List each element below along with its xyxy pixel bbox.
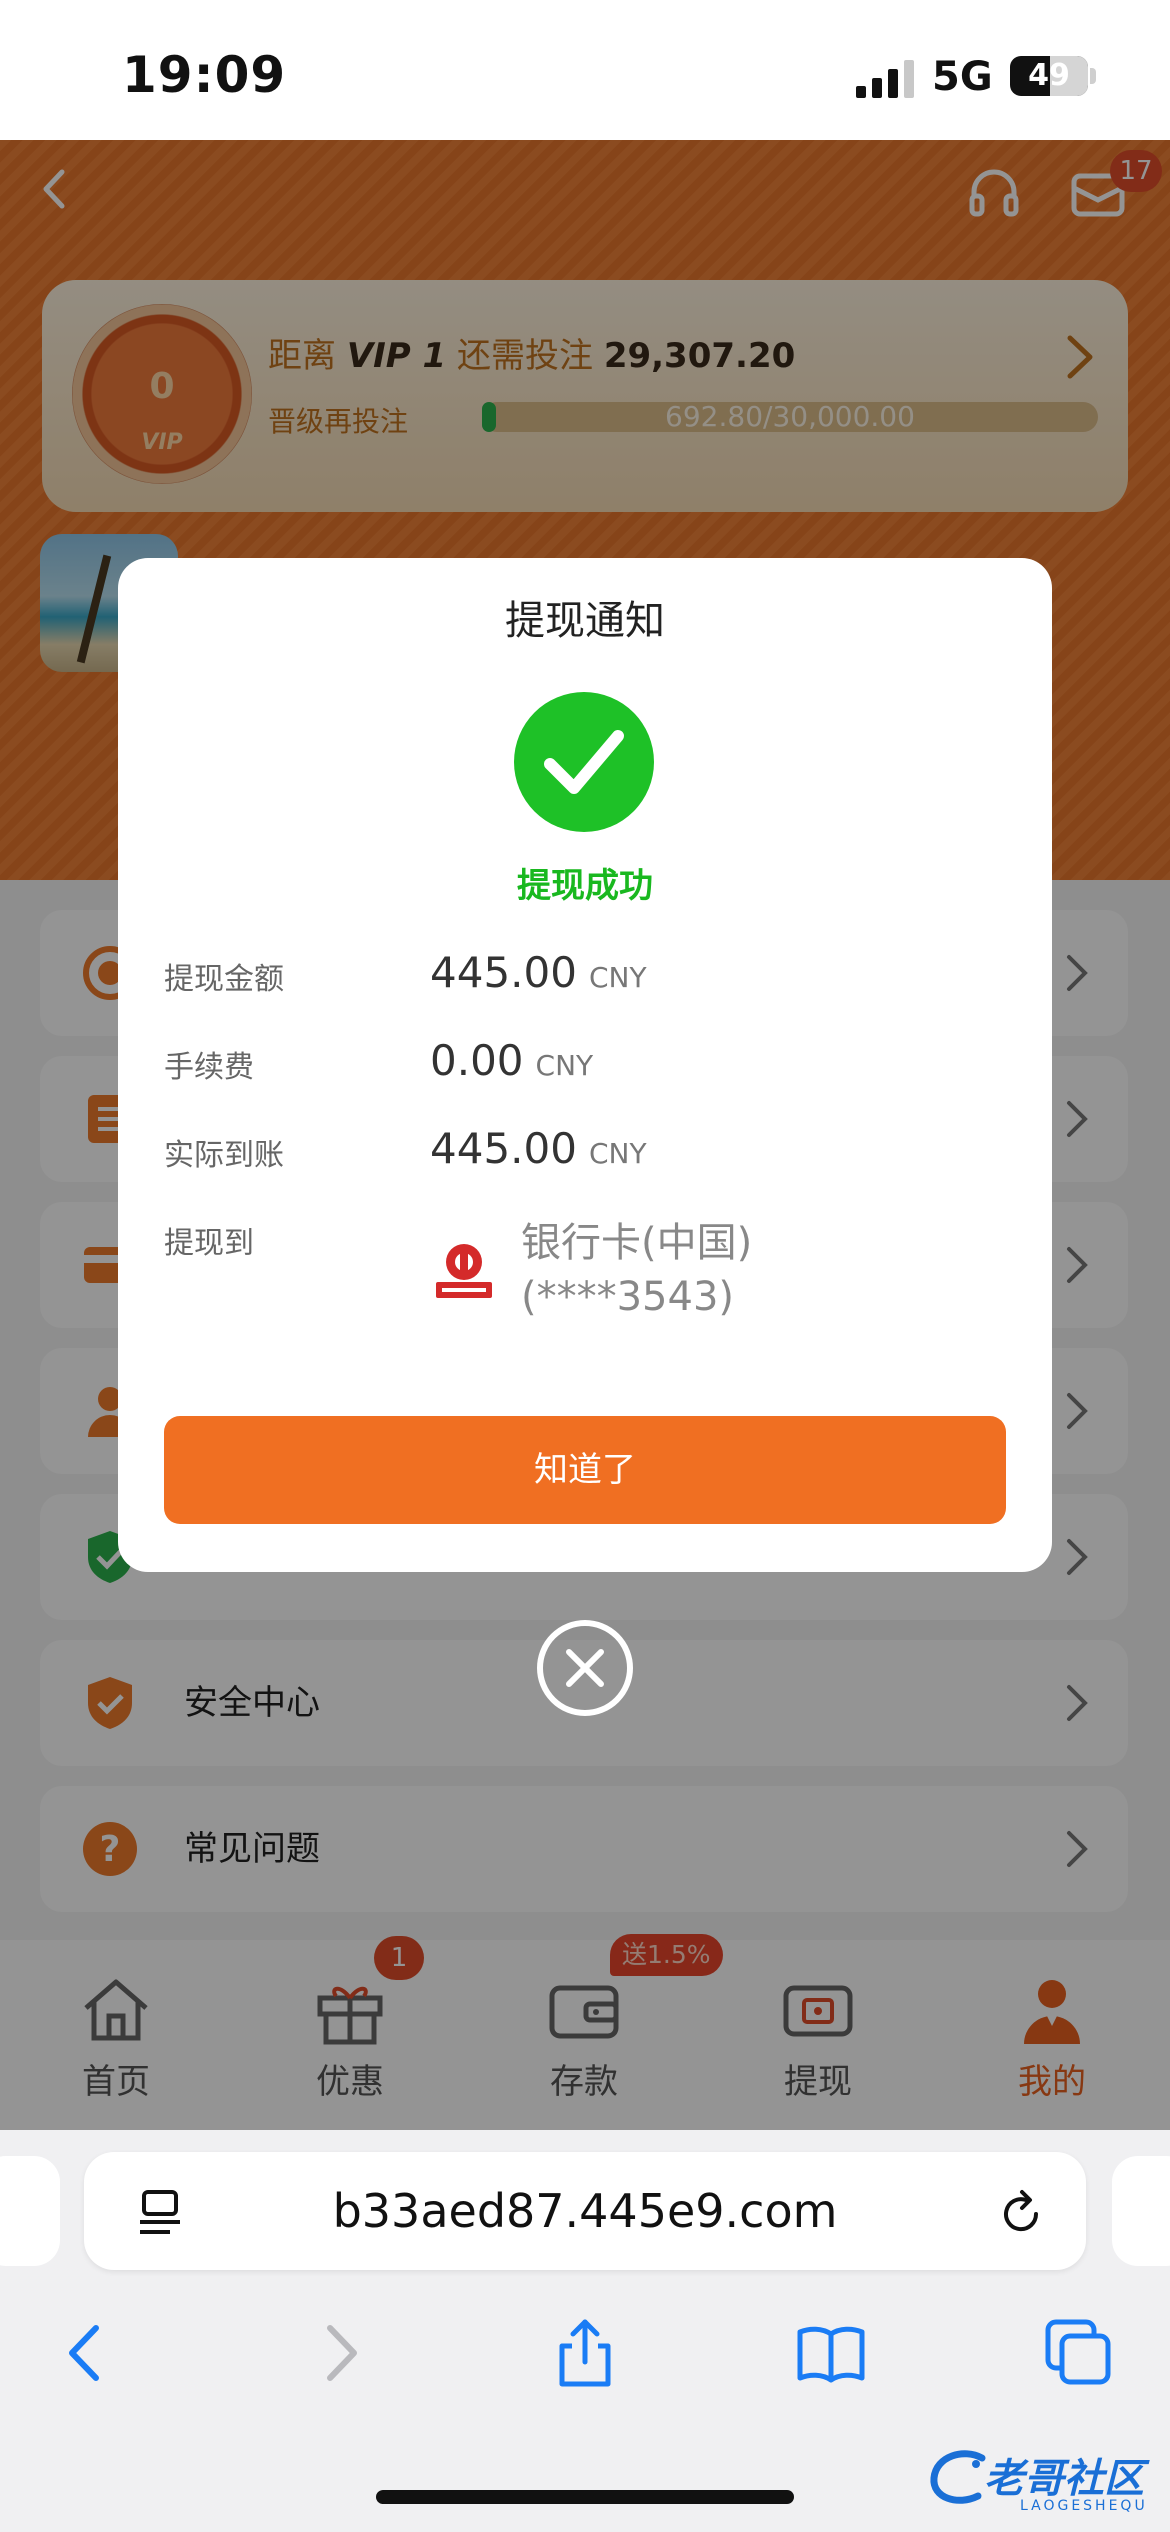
row-value: 445.00 CNY [430, 948, 647, 997]
success-check-icon [514, 692, 654, 832]
url-text: b33aed87.445e9.com [332, 2184, 838, 2238]
share-icon[interactable] [550, 2318, 620, 2388]
received-row: 实际到账 445.00 CNY [164, 1124, 1014, 1190]
home-indicator[interactable] [376, 2490, 794, 2504]
reload-icon[interactable] [996, 2188, 1046, 2238]
close-dialog-button[interactable] [537, 1620, 633, 1716]
acknowledge-button[interactable]: 知道了 [164, 1416, 1006, 1524]
withdraw-status: 提现成功 [517, 866, 653, 906]
bank-logo-icon [436, 1244, 492, 1298]
signal-icon [856, 60, 914, 98]
withdraw-notice-dialog: 提现通知 提现成功 提现金额 445.00 CNY 手续费 0.00 CNY 实际到… [118, 558, 1052, 1572]
bank-account-name: 银行卡(中国) (****3543) [521, 1216, 752, 1324]
browser-forward-icon[interactable] [304, 2318, 374, 2388]
fee-row: 手续费 0.00 CNY [164, 1036, 1014, 1102]
battery-level: 49 [1028, 58, 1070, 93]
row-label: 提现到 [164, 1226, 254, 1261]
tabs-overview-icon[interactable] [1044, 2318, 1114, 2388]
status-time: 19:09 [122, 46, 287, 104]
previous-tab-peek[interactable] [0, 2156, 60, 2266]
amount-row: 提现金额 445.00 CNY [164, 948, 1014, 1014]
status-bar: 19:09 5G 49 [0, 0, 1170, 140]
watermark-logo: 老哥社区 LAOGESHEQU [928, 2440, 1160, 2520]
dialog-title: 提现通知 [505, 598, 665, 644]
dragon-logo-icon [930, 2450, 986, 2504]
next-tab-peek[interactable] [1112, 2156, 1170, 2266]
browser-back-icon[interactable] [52, 2318, 122, 2388]
close-icon [566, 1649, 604, 1687]
bank-account-number: (****3543) [521, 1274, 735, 1320]
watermark-text: 老哥社区 [984, 2456, 1144, 2502]
watermark-subtext: LAOGESHEQU [1020, 2498, 1148, 2514]
row-label: 提现金额 [164, 962, 284, 997]
row-label: 手续费 [164, 1050, 254, 1085]
address-bar[interactable]: b33aed87.445e9.com [84, 2152, 1086, 2270]
row-label: 实际到账 [164, 1138, 284, 1173]
row-value: 445.00 CNY [430, 1124, 647, 1173]
network-type: 5G [932, 54, 993, 100]
row-value: 0.00 CNY [430, 1036, 594, 1085]
bookmarks-icon[interactable] [796, 2318, 866, 2388]
battery-icon: 49 [1010, 56, 1088, 96]
